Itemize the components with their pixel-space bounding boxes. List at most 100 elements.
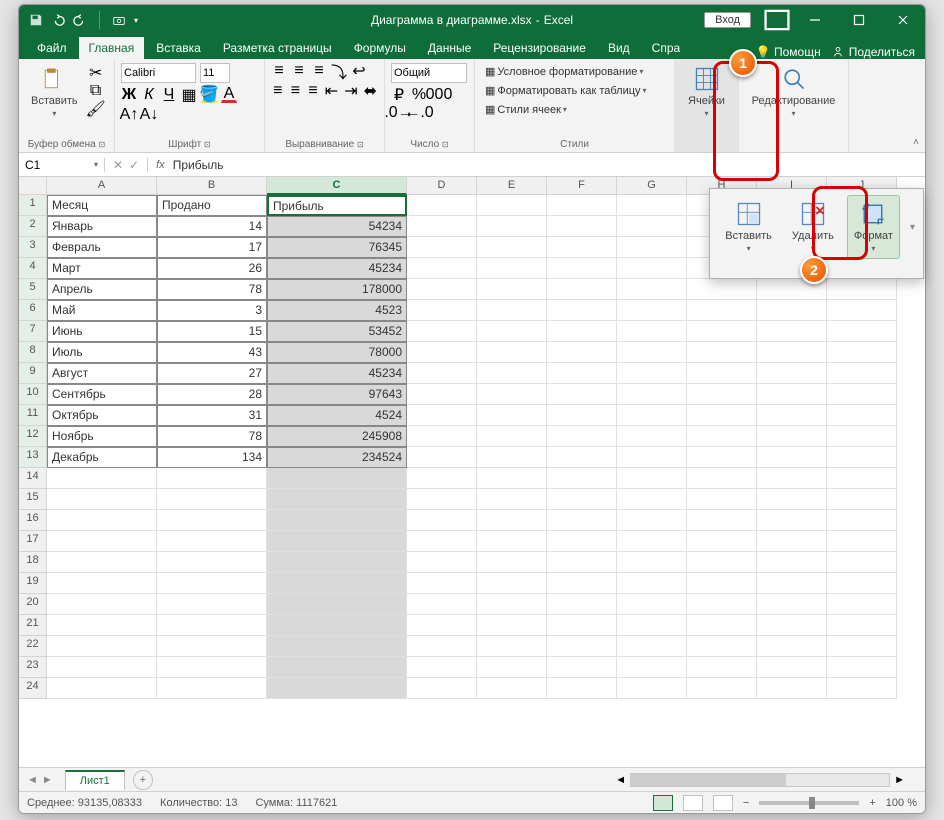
cell[interactable]	[407, 657, 477, 678]
zoom-slider[interactable]	[759, 801, 859, 805]
row-header[interactable]: 18	[19, 552, 47, 573]
font-size-select[interactable]	[200, 63, 230, 83]
cell[interactable]	[687, 447, 757, 468]
cell[interactable]: 28	[157, 384, 267, 405]
cell[interactable]	[547, 237, 617, 258]
row-header[interactable]: 7	[19, 321, 47, 342]
cell[interactable]	[757, 426, 827, 447]
cell[interactable]	[827, 552, 897, 573]
cell[interactable]	[547, 636, 617, 657]
cell[interactable]	[477, 195, 547, 216]
cell[interactable]: Март	[47, 258, 157, 279]
cell[interactable]	[267, 510, 407, 531]
cell[interactable]	[827, 321, 897, 342]
cell[interactable]	[407, 195, 477, 216]
cell[interactable]	[617, 510, 687, 531]
cell[interactable]	[267, 657, 407, 678]
percent-icon[interactable]: %	[411, 87, 427, 103]
cell[interactable]	[617, 195, 687, 216]
conditional-formatting-button[interactable]: ▦Условное форматирование▾	[481, 63, 668, 80]
cell[interactable]	[617, 447, 687, 468]
cell[interactable]	[47, 552, 157, 573]
cell[interactable]	[687, 384, 757, 405]
row-header[interactable]: 23	[19, 657, 47, 678]
column-header[interactable]: B	[157, 177, 267, 195]
cell[interactable]: Продано	[157, 195, 267, 216]
cell[interactable]	[617, 531, 687, 552]
sheet-nav-first-icon[interactable]: ◄	[27, 774, 38, 786]
cell[interactable]	[157, 531, 267, 552]
cell[interactable]	[477, 468, 547, 489]
cell[interactable]	[267, 573, 407, 594]
tab-formulas[interactable]: Формулы	[344, 37, 416, 59]
paste-button[interactable]: Вставить▾	[25, 63, 84, 120]
cell[interactable]: Месяц	[47, 195, 157, 216]
decrease-font-icon[interactable]: A↓	[141, 107, 157, 123]
cell[interactable]	[407, 489, 477, 510]
cell[interactable]	[757, 657, 827, 678]
row-header[interactable]: 13	[19, 447, 47, 468]
cell[interactable]	[477, 384, 547, 405]
cell[interactable]	[827, 573, 897, 594]
cell[interactable]	[827, 510, 897, 531]
cell[interactable]	[757, 468, 827, 489]
cell[interactable]	[827, 636, 897, 657]
cell[interactable]	[547, 405, 617, 426]
scroll-left-icon[interactable]: ◄	[615, 774, 626, 786]
undo-icon[interactable]	[51, 13, 65, 27]
cell[interactable]	[407, 237, 477, 258]
cell[interactable]	[407, 636, 477, 657]
sheet-nav-last-icon[interactable]: ►	[42, 774, 53, 786]
row-header[interactable]: 24	[19, 678, 47, 699]
cell[interactable]	[547, 258, 617, 279]
row-header[interactable]: 3	[19, 237, 47, 258]
cell[interactable]: Декабрь	[47, 447, 157, 468]
cell[interactable]	[547, 657, 617, 678]
cell[interactable]	[477, 447, 547, 468]
cell[interactable]	[547, 489, 617, 510]
cell[interactable]	[757, 489, 827, 510]
cell[interactable]	[757, 594, 827, 615]
cell[interactable]	[547, 468, 617, 489]
cell[interactable]	[687, 657, 757, 678]
cell[interactable]	[547, 594, 617, 615]
column-header[interactable]: G	[617, 177, 687, 195]
cell[interactable]	[547, 615, 617, 636]
maximize-button[interactable]	[837, 5, 881, 35]
cell[interactable]	[757, 510, 827, 531]
tab-data[interactable]: Данные	[418, 37, 481, 59]
fx-icon[interactable]: fx	[148, 159, 165, 171]
tab-view[interactable]: Вид	[598, 37, 640, 59]
cell[interactable]	[827, 657, 897, 678]
cell[interactable]	[477, 636, 547, 657]
bold-button[interactable]: Ж	[121, 87, 137, 103]
align-center-icon[interactable]: ≡	[289, 83, 303, 99]
cell[interactable]	[617, 258, 687, 279]
cell[interactable]	[757, 636, 827, 657]
cell[interactable]	[827, 489, 897, 510]
cell[interactable]	[47, 594, 157, 615]
cell[interactable]	[47, 531, 157, 552]
tell-me[interactable]: 💡 Помощн	[756, 45, 821, 59]
cell[interactable]	[827, 363, 897, 384]
align-bottom-icon[interactable]: ≡	[311, 63, 327, 79]
column-header[interactable]: A	[47, 177, 157, 195]
format-as-table-button[interactable]: ▦Форматировать как таблицу▾	[481, 82, 668, 99]
view-page-layout-button[interactable]	[683, 795, 703, 811]
fill-color-button[interactable]: 🪣	[201, 87, 217, 103]
cell[interactable]	[547, 552, 617, 573]
cell[interactable]	[617, 426, 687, 447]
row-header[interactable]: 22	[19, 636, 47, 657]
cell[interactable]	[687, 300, 757, 321]
cell[interactable]	[757, 342, 827, 363]
cell[interactable]: 43	[157, 342, 267, 363]
cell[interactable]	[267, 489, 407, 510]
cell[interactable]: 31	[157, 405, 267, 426]
align-middle-icon[interactable]: ≡	[291, 63, 307, 79]
cell[interactable]	[687, 615, 757, 636]
login-button[interactable]: Вход	[704, 12, 751, 28]
cell[interactable]	[407, 468, 477, 489]
row-header[interactable]: 20	[19, 594, 47, 615]
font-name-select[interactable]	[121, 63, 196, 83]
cell[interactable]	[407, 615, 477, 636]
